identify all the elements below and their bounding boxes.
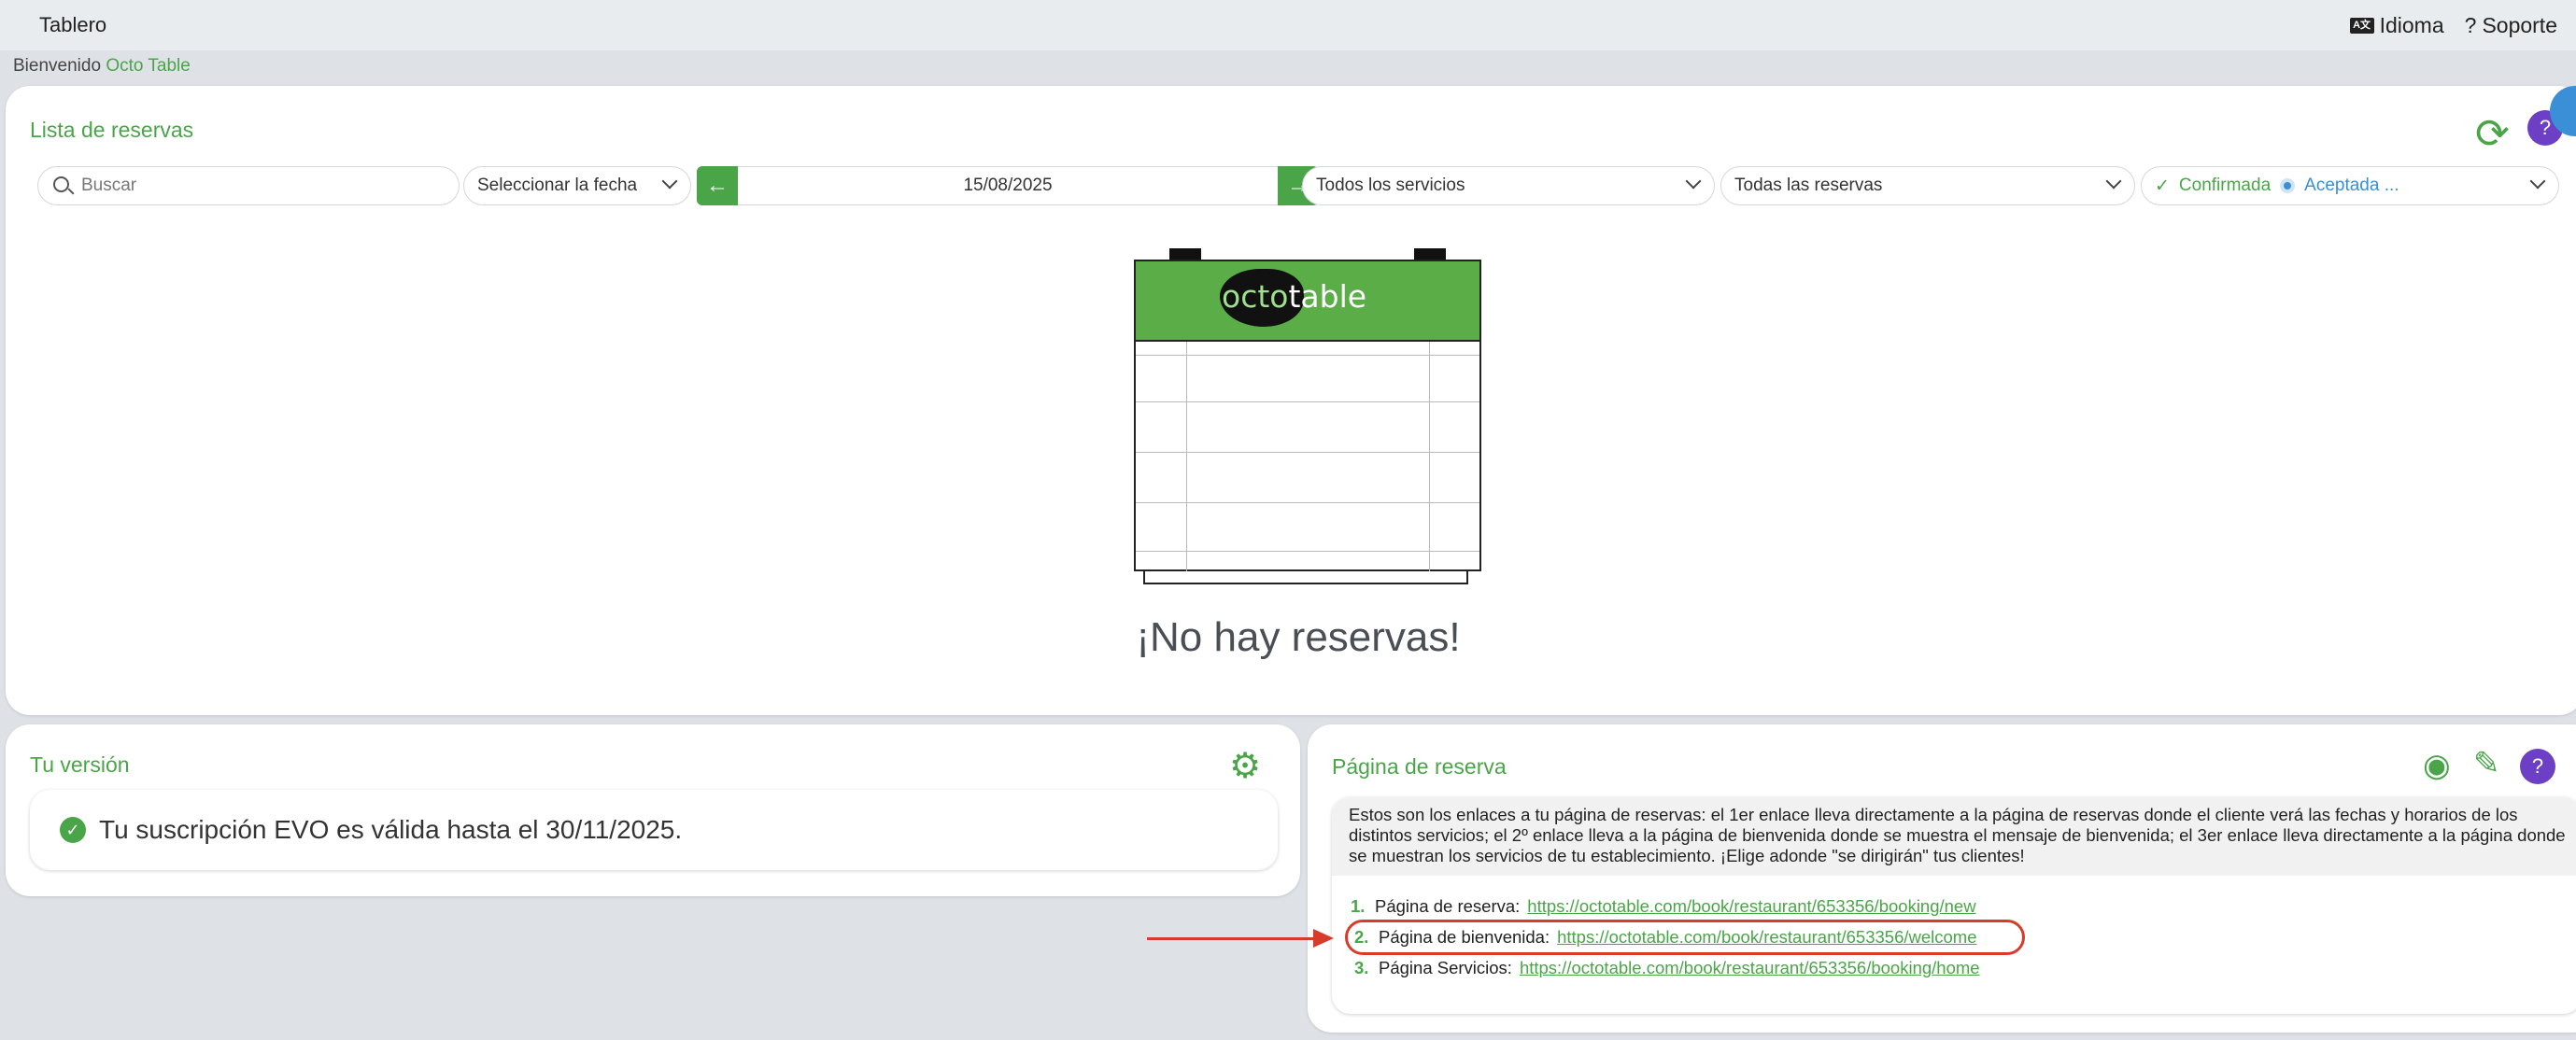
previous-day-button[interactable]: ← [697,166,738,205]
question-icon: ? [2464,12,2477,37]
welcome-text: Bienvenido Octo Table [13,56,191,77]
refresh-icon[interactable]: ⟳ [2475,110,2510,158]
chevron-down-icon [661,173,678,190]
booking-description: Estos son los enlaces a tu página de res… [1332,797,2576,876]
edit-icon[interactable]: ✎ [2473,745,2500,782]
language-icon: A文 [2349,17,2374,34]
reservations-card: Lista de reservas ⟳ ? Buscar Seleccionar… [6,86,2576,715]
empty-board-illustration: octotable [1123,245,1481,618]
list-item: 1. Página de reserva: https://octotable.… [1351,895,1976,917]
check-icon: ✓ [2155,176,2170,196]
search-input[interactable]: Buscar [37,166,460,205]
chevron-down-icon [1685,173,1702,190]
reservation-filter-dropdown[interactable]: Todas las reservas [1720,166,2135,205]
annotation-arrow-icon [1147,929,1334,948]
list-item: 3. Página Servicios: https://octotable.c… [1354,957,1980,978]
welcome-prefix: Bienvenido [13,56,102,76]
subscription-text: Tu suscripción EVO es válida hasta el 30… [99,815,683,844]
empty-state-message: ¡No hay reservas! [1136,614,1461,660]
topbar-actions: A文 Idioma ? Soporte [2349,12,2557,38]
subscription-status: ✓ Tu suscripción EVO es válida hasta el … [30,790,1278,870]
booking-link-new[interactable]: https://octotable.com/book/restaurant/65… [1527,896,1975,917]
status-confirmed: Confirmada [2178,176,2272,195]
check-circle-icon: ✓ [60,817,86,843]
language-label: Idioma [2379,12,2444,37]
chevron-down-icon [2105,173,2122,190]
version-title: Tu versión [30,752,130,777]
annotation-highlight [1345,920,2025,955]
support-button[interactable]: ? Soporte [2465,13,2557,38]
status-accepted: Aceptada ... [2304,176,2399,195]
booking-links-panel: Estos son los enlaces a tu página de res… [1332,797,2576,1014]
chevron-down-icon [2529,173,2546,190]
radio-dot-icon [2280,178,2296,193]
current-date[interactable]: 15/08/2025 [963,176,1052,196]
welcome-user-link[interactable]: Octo Table [106,56,190,76]
language-button[interactable]: A文 Idioma [2349,12,2444,38]
booking-link-home[interactable]: https://octotable.com/book/restaurant/65… [1520,958,1980,978]
search-placeholder: Buscar [81,176,137,195]
services-label: Todos los servicios [1316,176,1465,195]
reservation-filter-label: Todas las reservas [1734,176,1883,195]
version-card: Tu versión ⚙ ✓ Tu suscripción EVO es vál… [6,724,1300,896]
octotable-logo: octotable [1222,278,1367,315]
page-title: Tablero [39,13,107,36]
help-icon[interactable]: ? [2520,749,2555,784]
date-select-label: Seleccionar la fecha [477,176,638,195]
date-navigator: ← 15/08/2025 → [697,166,1319,205]
status-filter-dropdown[interactable]: ✓ Confirmada Aceptada ... [2141,166,2559,205]
search-icon [53,176,69,192]
support-label: Soporte [2482,12,2557,37]
services-dropdown[interactable]: Todos los servicios [1302,166,1715,205]
eye-icon[interactable]: ◉ [2423,747,2451,784]
date-select-dropdown[interactable]: Seleccionar la fecha [463,166,691,205]
reservations-title: Lista de reservas [30,118,194,142]
booking-title: Página de reserva [1332,754,1507,779]
gear-icon[interactable]: ⚙ [1229,745,1261,787]
top-bar: Tablero A文 Idioma ? Soporte [0,0,2576,50]
booking-page-card: Página de reserva ◉ ✎ ? Estos son los en… [1308,724,2576,1033]
